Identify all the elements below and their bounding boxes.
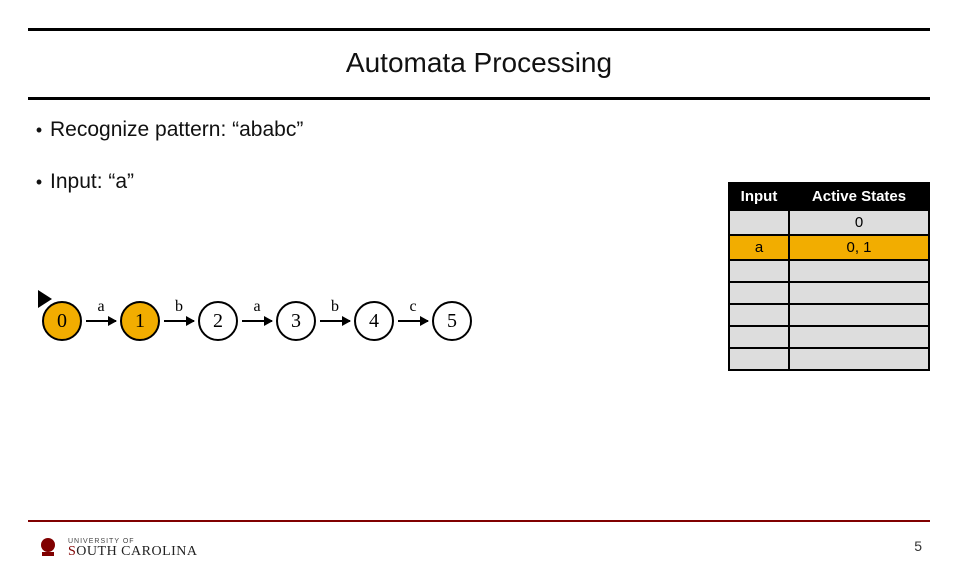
- state-1: 1: [120, 301, 160, 341]
- trace-table: Input Active States 0a0, 1: [728, 182, 930, 371]
- trace-row: [729, 282, 929, 304]
- arrow-icon: [164, 320, 194, 322]
- page-number: 5: [914, 538, 922, 554]
- trace-cell-states: [789, 304, 929, 326]
- bullet-dot-icon: •: [28, 120, 50, 141]
- bullet-input-text: Input: “a”: [50, 170, 134, 194]
- edge-2: a: [242, 320, 272, 322]
- arrow-icon: [320, 320, 350, 322]
- trace-cell-states: 0: [789, 210, 929, 235]
- trace-row: [729, 348, 929, 370]
- state-5: 5: [432, 301, 472, 341]
- logo-text: UNIVERSITY OF SOUTH CAROLINA: [68, 538, 198, 559]
- trace-cell-states: 0, 1: [789, 235, 929, 260]
- footer-divider: [28, 520, 930, 522]
- edge-label: c: [409, 298, 416, 316]
- trace-cell-input: [729, 348, 789, 370]
- trace-row: [729, 304, 929, 326]
- trace-body: 0a0, 1: [729, 210, 929, 370]
- edge-label: a: [97, 298, 104, 316]
- edge-label: b: [331, 298, 339, 316]
- state-0: 0: [42, 301, 82, 341]
- bullet-pattern-text: Recognize pattern: “ababc”: [50, 118, 303, 142]
- automaton-diagram: 0a1b2a3b4c5: [42, 296, 472, 346]
- title-rule-wrap: Automata Processing: [28, 28, 930, 100]
- bullet-pattern: • Recognize pattern: “ababc”: [28, 118, 930, 142]
- trace-cell-input: a: [729, 235, 789, 260]
- trace-cell-states: [789, 326, 929, 348]
- arrow-icon: [86, 320, 116, 322]
- edge-0: a: [86, 320, 116, 322]
- trace-header-states: Active States: [789, 183, 929, 210]
- trace-row: a0, 1: [729, 235, 929, 260]
- slide: Automata Processing • Recognize pattern:…: [0, 28, 958, 568]
- bullet-dot-icon: •: [28, 172, 50, 193]
- state-4: 4: [354, 301, 394, 341]
- edge-label: a: [253, 298, 260, 316]
- logo-bottom-line: SOUTH CAROLINA: [68, 545, 198, 559]
- edge-label: b: [175, 298, 183, 316]
- state-2: 2: [198, 301, 238, 341]
- trace-row: [729, 326, 929, 348]
- slide-title: Automata Processing: [28, 47, 930, 79]
- trace-header-input: Input: [729, 183, 789, 210]
- trace-cell-input: [729, 326, 789, 348]
- trace-row: 0: [729, 210, 929, 235]
- trace-row: [729, 260, 929, 282]
- trace-cell-input: [729, 260, 789, 282]
- trace-cell-states: [789, 282, 929, 304]
- edge-3: b: [320, 320, 350, 322]
- trace-cell-input: [729, 282, 789, 304]
- edge-1: b: [164, 320, 194, 322]
- trace-cell-input: [729, 304, 789, 326]
- trace-cell-states: [789, 348, 929, 370]
- trace-cell-input: [729, 210, 789, 235]
- trace-cell-states: [789, 260, 929, 282]
- arrow-icon: [398, 320, 428, 322]
- edge-4: c: [398, 320, 428, 322]
- arrow-icon: [242, 320, 272, 322]
- state-3: 3: [276, 301, 316, 341]
